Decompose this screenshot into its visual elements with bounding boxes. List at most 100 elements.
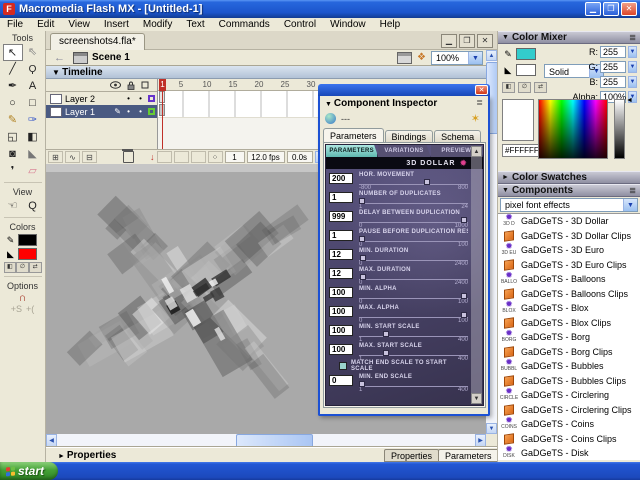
component-list-item[interactable]: ✹ BLOX GaDGeTS - Blox (498, 301, 640, 316)
mixer-fill-swatch[interactable] (516, 64, 536, 76)
parameter-slider[interactable] (359, 350, 468, 356)
scroll-down-arrow[interactable]: ▼ (486, 423, 497, 434)
outline-view-icon[interactable] (141, 81, 149, 89)
menu-item[interactable]: Text (179, 19, 211, 30)
eraser-tool[interactable]: ▱ (23, 163, 43, 180)
eyedropper-tool[interactable]: ❜ (3, 163, 23, 180)
slider-thumb[interactable] (461, 217, 467, 223)
fill-color-swatch[interactable] (18, 248, 37, 260)
oval-tool[interactable]: ○ (3, 95, 23, 112)
color-mixer-header[interactable]: ▼ Color Mixer ≣ (498, 31, 640, 44)
pencil-tool[interactable]: ✎ (3, 112, 23, 129)
layer-name[interactable]: Layer 2 (65, 94, 121, 104)
component-list-item[interactable]: GaDGeTS - Borg Clips (498, 345, 640, 360)
component-list-item[interactable]: GaDGeTS - Blox Clips (498, 316, 640, 331)
parameter-slider[interactable] (359, 381, 468, 387)
component-list-item[interactable]: ✹ BORG GaDGeTS - Borg (498, 330, 640, 345)
component-list-item[interactable]: GaDGeTS - Bubbles Clips (498, 374, 640, 389)
restore-button[interactable]: ❐ (603, 2, 619, 16)
parameter-value-input[interactable]: 100 (329, 344, 353, 355)
parameter-slider[interactable] (359, 198, 468, 204)
edit-scene-icon[interactable] (397, 52, 412, 64)
default-colors-button[interactable]: ◧ (4, 262, 17, 273)
stage-artwork[interactable] (52, 178, 322, 423)
parameter-value-input[interactable]: 12 (329, 268, 353, 279)
component-list-item[interactable]: GaDGeTS - Coins Clips (498, 432, 640, 447)
wizard-star-icon[interactable]: ✶ (471, 112, 480, 125)
swap-colors-button[interactable]: ⇄ (534, 82, 547, 93)
component-list-item[interactable]: GaDGeTS - 3D Dollar Clips (498, 229, 640, 244)
subselection-tool[interactable]: ⇖ (23, 44, 43, 61)
close-icon[interactable]: ✕ (475, 85, 488, 95)
parameter-value-input[interactable]: 999 (329, 211, 353, 222)
slider-thumb[interactable] (424, 179, 430, 185)
parameter-value-input[interactable]: 1 (329, 192, 353, 203)
component-list-item[interactable]: ✹ DISK GaDGeTS - Disk (498, 446, 640, 460)
red-spinner[interactable]: ▼ (628, 46, 637, 58)
scroll-down-arrow[interactable]: ▼ (471, 393, 482, 404)
menu-item[interactable]: View (61, 19, 97, 30)
hand-tool[interactable]: ☜ (3, 198, 23, 215)
straighten-option-icon[interactable]: +( (26, 304, 34, 314)
panel-options-icon[interactable]: ≣ (629, 33, 636, 42)
zoom-tool[interactable]: Q (23, 198, 43, 215)
layer-visibility-dot[interactable]: • (124, 107, 133, 116)
lock-icon[interactable] (127, 81, 135, 90)
parameter-slider[interactable] (359, 236, 468, 242)
red-value[interactable]: 255 (600, 46, 626, 58)
parameter-value-input[interactable]: 100 (329, 325, 353, 336)
parameter-slider[interactable] (359, 179, 468, 185)
doc-close-button[interactable]: ✕ (477, 34, 493, 48)
layer-row[interactable]: Layer 1 ✎ • • (46, 105, 157, 118)
color-picker-field[interactable] (538, 99, 608, 159)
back-arrow-icon[interactable]: ← (46, 52, 73, 64)
color-swatches-header[interactable]: ► Color Swatches (498, 171, 640, 184)
mixer-stroke-swatch[interactable] (516, 48, 536, 60)
luminance-marker-icon[interactable]: ◄ (626, 97, 633, 104)
component-inspector-header[interactable]: Component Inspector (320, 98, 486, 112)
blue-spinner[interactable]: ▼ (628, 76, 637, 88)
add-motion-guide-button[interactable]: ∿ (65, 151, 80, 163)
stroke-color-swatch[interactable] (18, 234, 37, 246)
component-ui-tab[interactable]: PARAMETERS (326, 145, 378, 157)
rectangle-tool[interactable]: □ (23, 95, 43, 112)
timeline-panel-header[interactable]: Timeline (46, 66, 497, 79)
playhead[interactable]: 1 (159, 79, 166, 91)
layer-visibility-dot[interactable]: • (124, 94, 133, 103)
slider-thumb[interactable] (359, 381, 365, 387)
menu-item[interactable]: Edit (30, 19, 61, 30)
edit-multiple-frames-button[interactable] (191, 151, 206, 163)
properties-panel-header[interactable]: Properties (58, 450, 116, 461)
no-color-button[interactable]: ∅ (16, 262, 29, 273)
center-frame-icon[interactable]: ↓ (150, 152, 155, 162)
component-list-item[interactable]: GaDGeTS - Circlering Clips (498, 403, 640, 418)
component-list-item[interactable]: GaDGeTS - Balloons Clips (498, 287, 640, 302)
modify-onion-markers-button[interactable]: ⁘ (208, 151, 223, 163)
slider-thumb[interactable] (359, 236, 365, 242)
slider-thumb[interactable] (461, 312, 467, 318)
luminance-slider[interactable] (614, 99, 625, 159)
slider-thumb[interactable] (360, 274, 366, 280)
close-button[interactable]: ✕ (621, 2, 637, 16)
onion-skin-outlines-button[interactable] (174, 151, 189, 163)
component-list-item[interactable]: ✹ BUBBL GaDGeTS - Bubbles (498, 359, 640, 374)
parameter-slider[interactable] (359, 293, 468, 299)
slider-thumb[interactable] (461, 293, 467, 299)
document-tab[interactable]: screenshots4.fla* (50, 33, 145, 50)
insert-layer-folder-button[interactable]: ⊟ (82, 151, 97, 163)
snap-to-objects-icon[interactable]: ∩ (19, 292, 27, 304)
parameters-tab-button[interactable]: Parameters (438, 449, 499, 462)
panel-options-icon[interactable]: ≣ (629, 186, 636, 195)
component-list-item[interactable]: ✹ CIRCLE GaDGeTS - Circlering (498, 388, 640, 403)
panel-options-icon[interactable]: ≣ (476, 98, 483, 107)
components-header[interactable]: ▼ Components ≣ (498, 184, 640, 197)
paint-bucket-tool[interactable]: ◣ (23, 146, 43, 163)
parameter-value-input[interactable]: 200 (329, 173, 353, 184)
component-list-item[interactable]: ✹ 3D EU GaDGeTS - 3D Euro (498, 243, 640, 258)
slider-thumb[interactable] (360, 255, 366, 261)
component-inspector-titlebar[interactable]: ✕ (318, 84, 490, 96)
component-list-item[interactable]: GaDGeTS - 3D Euro Clips (498, 258, 640, 273)
parameter-value-input[interactable]: 12 (329, 249, 353, 260)
match-scale-checkbox[interactable] (339, 362, 347, 370)
green-value[interactable]: 255 (600, 61, 626, 73)
